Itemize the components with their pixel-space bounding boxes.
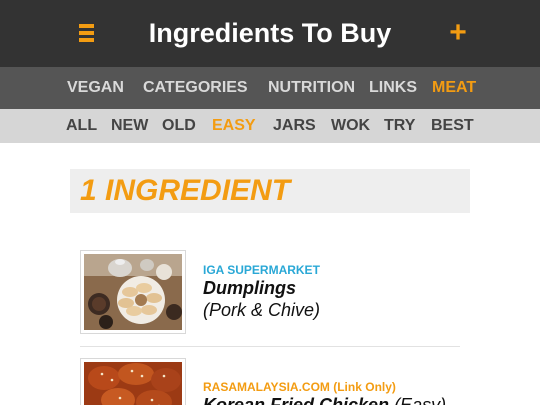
recipe-name: Korean Fried Chicken (Easy) xyxy=(203,395,446,405)
nav-item-categories[interactable]: CATEGORIES xyxy=(143,67,248,109)
nav-item-links[interactable]: LINKS xyxy=(369,67,417,109)
recipe-card[interactable]: RASAMALAYSIA.COM (Link Only) Korean Frie… xyxy=(80,358,460,405)
app-header: Ingredients To Buy + xyxy=(0,0,540,67)
primary-nav: VEGAN CATEGORIES NUTRITION LINKS MEAT xyxy=(0,67,540,109)
filter-new[interactable]: NEW xyxy=(111,109,148,143)
nav-item-meat[interactable]: MEAT xyxy=(432,67,476,109)
divider xyxy=(80,346,460,347)
recipe-difficulty: (Easy) xyxy=(394,395,447,405)
fried-chicken-photo xyxy=(80,358,186,405)
add-button[interactable]: + xyxy=(444,17,472,49)
secondary-nav: ALL NEW OLD EASY JARS WOK TRY BEST xyxy=(0,109,540,143)
nav-item-vegan[interactable]: VEGAN xyxy=(67,67,124,109)
filter-try[interactable]: TRY xyxy=(384,109,415,143)
filter-wok[interactable]: WOK xyxy=(331,109,370,143)
recipe-card[interactable]: IGA SUPERMARKET Dumplings (Pork & Chive) xyxy=(80,250,460,334)
recipe-name: Dumplings xyxy=(203,278,296,299)
hamburger-menu-icon[interactable] xyxy=(76,20,98,46)
section-header: 1 INGREDIENT xyxy=(70,169,470,213)
recipe-name-text: Dumplings xyxy=(203,278,296,298)
filter-old[interactable]: OLD xyxy=(162,109,196,143)
filter-jars[interactable]: JARS xyxy=(273,109,316,143)
dumplings-photo xyxy=(80,250,186,334)
filter-all[interactable]: ALL xyxy=(66,109,97,143)
recipe-source[interactable]: IGA SUPERMARKET xyxy=(203,263,320,277)
recipe-name-text: Korean Fried Chicken xyxy=(203,395,390,405)
nav-item-nutrition[interactable]: NUTRITION xyxy=(268,67,355,109)
section-title: 1 INGREDIENT xyxy=(80,174,291,207)
filter-easy[interactable]: EASY xyxy=(212,109,256,143)
filter-best[interactable]: BEST xyxy=(431,109,474,143)
recipe-detail: (Pork & Chive) xyxy=(203,300,321,320)
recipe-source[interactable]: RASAMALAYSIA.COM (Link Only) xyxy=(203,380,396,394)
